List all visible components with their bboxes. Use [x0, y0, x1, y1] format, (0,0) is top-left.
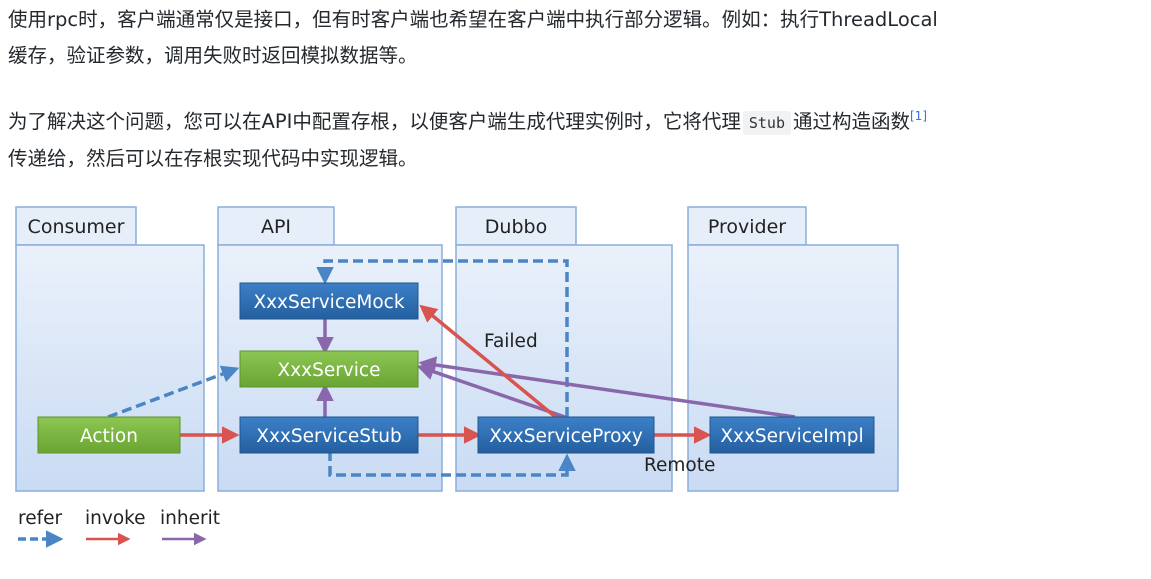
mock-box: XxxServiceMock: [239, 282, 419, 320]
paragraph-2-line-1-end: 通过构造函数: [792, 110, 910, 133]
action-box-label: Action: [80, 426, 138, 447]
api-panel-title: API: [261, 216, 291, 238]
paragraph-1-line-1: 使用rpc时，客户端通常仅是接口，但有时客户端也希望在客户端中执行部分逻辑。例如…: [8, 8, 938, 31]
service-box-label: XxxService: [278, 360, 381, 381]
legend-inherit-label: inherit: [160, 508, 220, 529]
remote-label: Remote: [644, 455, 715, 476]
proxy-box: XxxServiceProxy: [477, 416, 655, 454]
stub-box: XxxServiceStub: [239, 416, 419, 454]
paragraph-2: 为了解决这个问题，您可以在API中配置存根，以便客户端生成代理实例时，它将代理 S…: [8, 104, 1138, 177]
consumer-panel-title: Consumer: [28, 216, 125, 238]
impl-box-label: XxxServiceImpl: [720, 426, 863, 447]
impl-box: XxxServiceImpl: [709, 416, 875, 454]
paragraph-1: 使用rpc时，客户端通常仅是接口，但有时客户端也希望在客户端中执行部分逻辑。例如…: [8, 2, 1138, 74]
proxy-box-label: XxxServiceProxy: [489, 426, 643, 447]
provider-panel-title: Provider: [708, 216, 786, 238]
paragraph-2-line-2: 传递给，然后可以在存根实现代码中实现逻辑。: [8, 147, 418, 170]
dubbo-panel-title: Dubbo: [485, 216, 547, 238]
legend: refer invoke inherit: [18, 508, 220, 548]
legend-invoke-label: invoke: [85, 508, 146, 529]
paragraph-2-line-1-start: 为了解决这个问题，您可以在API中配置存根，以便客户端生成代理实例时，它将代理: [8, 110, 741, 133]
stub-code: Stub: [742, 111, 791, 135]
action-box: Action: [37, 416, 181, 454]
stub-box-label: XxxServiceStub: [256, 426, 401, 447]
legend-refer-label: refer: [18, 508, 62, 529]
mock-box-label: XxxServiceMock: [253, 292, 404, 313]
paragraph-1-line-2: 缓存，验证参数，调用失败时返回模拟数据等。: [8, 44, 418, 67]
failed-label: Failed: [484, 331, 538, 352]
stub-architecture-diagram: Consumer API Dubbo Provider XxxServiceMo…: [15, 206, 899, 548]
footnote-link[interactable]: [1]: [910, 109, 927, 123]
service-box: XxxService: [239, 350, 419, 388]
